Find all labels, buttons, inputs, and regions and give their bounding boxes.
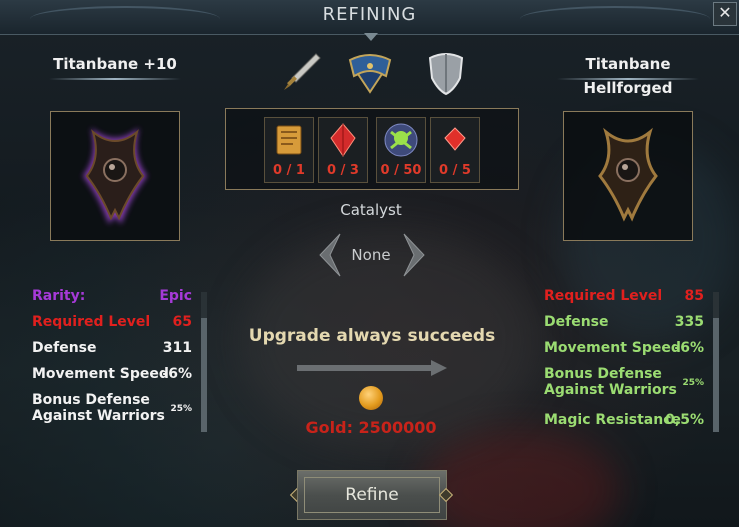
result-item-slot[interactable] xyxy=(563,111,693,241)
stat-label: Required Level xyxy=(544,288,663,304)
stat-label-line2: Against Warriors xyxy=(544,382,677,398)
stat-value: -6% xyxy=(162,366,192,382)
catalyst-value: None xyxy=(351,246,391,264)
refine-button-border xyxy=(304,477,440,513)
stat-value: 25% xyxy=(170,404,192,414)
current-stats-list: Rarity: Epic Required Level 65 Defense 3… xyxy=(32,288,198,434)
stat-label: Movement Speed xyxy=(32,366,169,382)
material-count: 0 / 3 xyxy=(327,163,359,178)
stat-value: 65 xyxy=(172,314,192,330)
title-bar: REFINING ✕ xyxy=(0,0,739,35)
stat-row: Defense 311 xyxy=(32,340,192,356)
chevron-right-icon xyxy=(403,233,425,277)
scrollbar-thumb[interactable] xyxy=(713,318,719,432)
arrow-right-icon xyxy=(297,360,447,376)
scroll-icon xyxy=(276,125,302,155)
shield-icon[interactable] xyxy=(420,46,472,98)
stat-row: Required Level 85 xyxy=(544,288,704,304)
shoulder-armor-icon[interactable] xyxy=(344,46,396,98)
current-item-slot[interactable] xyxy=(50,111,180,241)
material-slot[interactable]: 0 / 50 xyxy=(376,117,426,183)
stat-label: Bonus Defense xyxy=(32,392,150,408)
catalyst-label: Catalyst xyxy=(340,201,402,219)
refine-button[interactable]: Refine xyxy=(297,470,447,520)
stat-value: 25% xyxy=(682,378,704,388)
background-red-haze xyxy=(420,430,620,527)
materials-panel: 0 / 1 0 / 3 0 / 50 0 / 5 xyxy=(225,108,519,190)
material-count: 0 / 1 xyxy=(273,163,305,178)
stat-value: 85 xyxy=(684,288,704,304)
stat-row: Bonus Defense Against Warriors 25% xyxy=(544,366,704,398)
epic-shoulder-armor-icon xyxy=(83,128,147,224)
red-crystal-icon xyxy=(330,123,356,157)
current-item-name: Titanbane +10 xyxy=(36,52,194,80)
current-stats-scrollbar[interactable] xyxy=(201,292,207,432)
refining-window: REFINING ✕ Titanbane +10 Titanbane Hellf… xyxy=(0,0,739,527)
close-button[interactable]: ✕ xyxy=(713,2,737,26)
stat-label: Required Level xyxy=(32,314,151,330)
stat-label-line2: Against Warriors xyxy=(32,408,165,424)
result-item-name: Titanbane Hellforged xyxy=(544,52,712,97)
stat-row: Rarity: Epic xyxy=(32,288,192,304)
material-slot[interactable]: 0 / 1 xyxy=(264,117,314,183)
stat-row: Movement Speed -6% xyxy=(544,340,704,356)
gold-coin-icon xyxy=(359,386,383,410)
stat-label: Movement Speed xyxy=(544,340,681,356)
catalyst-next-button[interactable] xyxy=(398,232,432,278)
stat-value: 311 xyxy=(162,340,192,356)
material-slot[interactable]: 0 / 5 xyxy=(430,117,480,183)
ruby-icon xyxy=(444,127,466,151)
stat-label: Defense xyxy=(544,314,609,330)
upgrade-chance-text: Upgrade always succeeds xyxy=(248,326,496,346)
stat-row: Magic Resistance 0,5% xyxy=(544,412,704,428)
window-title: REFINING xyxy=(322,4,417,25)
stat-value: 0,5% xyxy=(665,412,704,428)
result-stats-list: Required Level 85 Defense 335 Movement S… xyxy=(544,288,706,434)
stat-row: Movement Speed -6% xyxy=(32,366,192,382)
stat-label: Bonus Defense xyxy=(544,366,662,382)
material-count: 0 / 5 xyxy=(439,163,471,178)
stat-value: 335 xyxy=(674,314,704,330)
stat-row: Bonus Defense Against Warriors 25% xyxy=(32,392,192,424)
gold-cost: Gold: 2500000 xyxy=(305,418,437,437)
skull-orb-icon xyxy=(384,123,418,157)
scrollbar-thumb[interactable] xyxy=(201,318,207,432)
stat-label: Rarity: xyxy=(32,288,86,304)
title-notch xyxy=(364,33,378,41)
stat-value: -6% xyxy=(674,340,704,356)
stat-value: Epic xyxy=(159,288,192,304)
hellforged-shoulder-armor-icon xyxy=(598,127,658,222)
material-count: 0 / 50 xyxy=(380,163,422,178)
material-slot[interactable]: 0 / 3 xyxy=(318,117,368,183)
stat-row: Defense 335 xyxy=(544,314,704,330)
stat-label: Magic Resistance xyxy=(544,412,682,428)
result-stats-scrollbar[interactable] xyxy=(713,292,719,432)
stat-row: Required Level 65 xyxy=(32,314,192,330)
stat-label: Defense xyxy=(32,340,97,356)
dagger-icon[interactable] xyxy=(276,46,328,98)
